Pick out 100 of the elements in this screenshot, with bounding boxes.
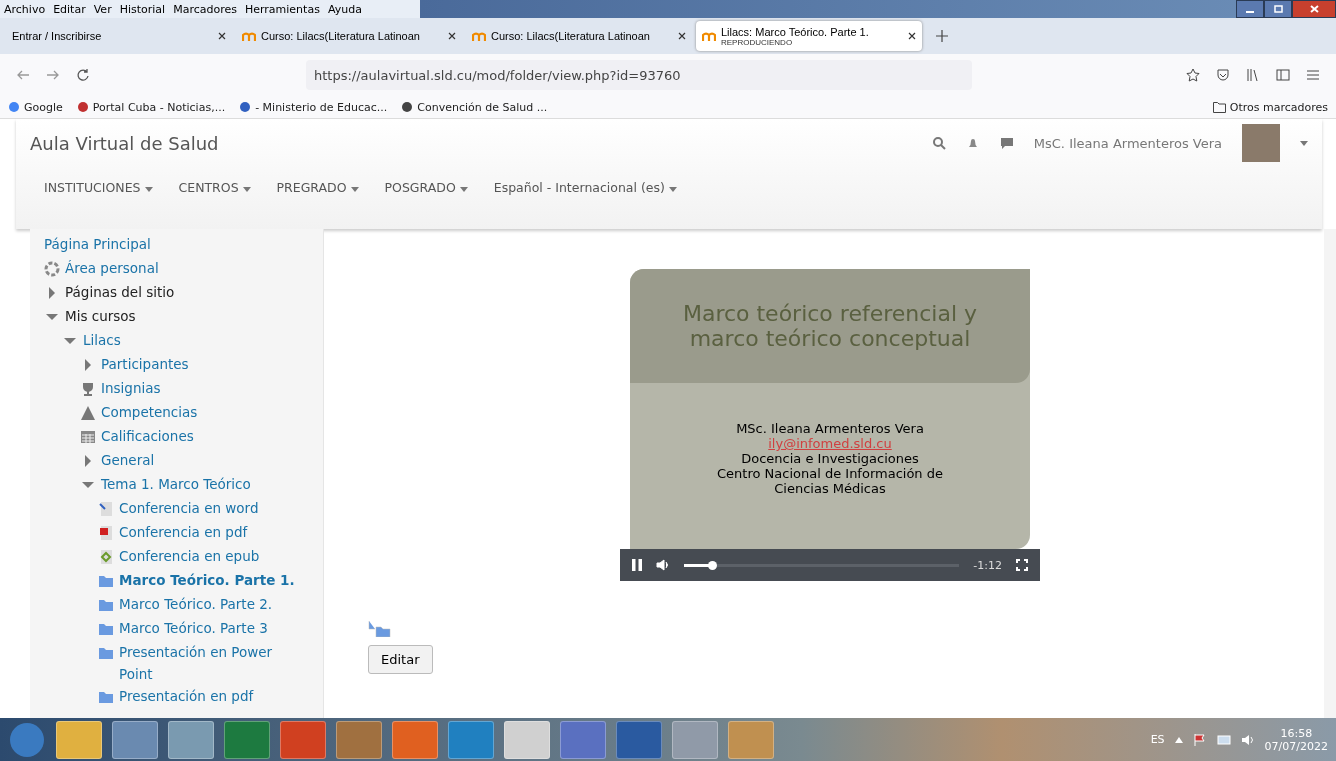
folder-icon — [98, 621, 114, 637]
maximize-button[interactable] — [1264, 0, 1292, 18]
nav-menu[interactable]: POSGRADO — [384, 179, 468, 195]
slide-text: Centro Nacional de Información de Ciencias Médicas — [716, 466, 944, 496]
maximize-icon — [1273, 5, 1283, 13]
menu-item[interactable]: Archivo — [0, 2, 50, 16]
chat-icon[interactable] — [999, 136, 1014, 150]
volume-icon[interactable] — [656, 558, 670, 572]
close-icon[interactable] — [908, 32, 916, 40]
search-icon[interactable] — [931, 136, 946, 150]
sidebar-item[interactable]: Conferencia en epub — [119, 545, 260, 567]
tray-expand-icon[interactable] — [1174, 736, 1183, 743]
sidebar-item[interactable]: General — [101, 449, 155, 471]
bookmark[interactable]: - Ministerio de Educac... — [239, 100, 388, 114]
taskbar-app-icon[interactable] — [112, 720, 158, 759]
folder-icon — [98, 689, 114, 705]
sidebar-item[interactable]: Presentación en Power Point — [119, 641, 295, 685]
address-bar[interactable]: https://aulavirtual.sld.cu/mod/folder/view.php?id=93760 — [306, 60, 972, 90]
moodle-logo-icon — [242, 30, 256, 42]
forward-icon[interactable] — [46, 68, 60, 82]
sidebar-item[interactable]: Marco Teórico. Parte 2. — [119, 593, 273, 615]
time-remaining: -1:12 — [973, 558, 1002, 572]
speaker-icon[interactable] — [1240, 732, 1255, 747]
close-icon[interactable] — [218, 32, 226, 40]
sidebar-item[interactable]: Marco Teórico. Parte 1. — [119, 569, 295, 591]
pdf-document-icon — [98, 525, 114, 541]
library-icon[interactable] — [1246, 68, 1260, 82]
nav-menu[interactable]: Español - Internacional (es) — [493, 179, 677, 195]
close-icon[interactable] — [678, 32, 686, 40]
sidebar-item[interactable]: Presentación en pdf — [119, 685, 254, 707]
menu-item[interactable]: Editar — [49, 2, 90, 16]
user-name[interactable]: MsC. Ileana Armenteros Vera — [1033, 135, 1222, 151]
sidebar-icon[interactable] — [1276, 68, 1290, 82]
caret-icon — [668, 186, 677, 192]
sidebar-item[interactable]: Mis cursos — [65, 305, 136, 327]
taskbar-app-icon[interactable] — [56, 720, 102, 759]
menu-item[interactable]: Ayuda — [323, 2, 366, 16]
sidebar-item[interactable]: Lilacs — [83, 329, 121, 351]
dashboard-icon — [44, 261, 60, 277]
slide-title: Marco teórico referencial y marco teórico conceptual — [681, 301, 979, 351]
slide-text: Docencia e Investigaciones — [740, 451, 920, 466]
close-icon — [1309, 5, 1319, 13]
folder-icon — [368, 621, 392, 637]
sidebar-item[interactable]: Insignias — [101, 377, 161, 399]
folder-icon — [98, 573, 114, 589]
flag-icon[interactable] — [1192, 732, 1207, 747]
start-button[interactable] — [8, 720, 46, 759]
pause-icon[interactable] — [632, 559, 642, 571]
nav-menu[interactable]: PREGRADO — [276, 179, 359, 195]
browser-tab[interactable]: Curso: Lilacs(Literatura Latinoan — [236, 21, 462, 51]
taskbar-app-icon[interactable] — [280, 720, 326, 759]
menu-item[interactable]: Marcadores — [169, 2, 241, 16]
sidebar-item[interactable]: Conferencia en pdf — [119, 521, 248, 543]
sidebar-item[interactable]: Páginas del sitio — [65, 281, 175, 303]
progress-thumb[interactable] — [707, 560, 717, 570]
slide-text: MSc. Ileana Armenteros Vera — [735, 421, 925, 436]
network-icon[interactable] — [1216, 732, 1231, 747]
sidebar-item[interactable]: Competencias — [101, 401, 198, 423]
close-icon[interactable] — [448, 32, 456, 40]
star-icon[interactable] — [1186, 68, 1200, 82]
browser-tab[interactable]: Lilacs: Marco Teórico. Parte 1. REPRODUCIENDO — [696, 21, 922, 51]
back-icon[interactable] — [16, 68, 30, 82]
menu-icon[interactable] — [1306, 68, 1320, 82]
bookmark[interactable]: Convención de Salud ... — [401, 100, 548, 114]
sidebar-item[interactable]: Página Principal — [44, 233, 151, 255]
taskbar-app-icon[interactable] — [224, 720, 270, 759]
menu-item[interactable]: Herramientas — [240, 2, 324, 16]
reload-icon[interactable] — [76, 68, 90, 82]
edit-button[interactable]: Editar — [368, 645, 433, 674]
sidebar-item[interactable]: Participantes — [101, 353, 189, 375]
taskbar-app-icon[interactable] — [392, 720, 438, 759]
bookmark[interactable]: Google — [8, 100, 63, 114]
folder-icon — [98, 645, 114, 661]
nav-menu[interactable]: CENTROS — [178, 179, 251, 195]
sidebar-item[interactable]: Calificaciones — [101, 425, 194, 447]
sidebar-item[interactable]: Conferencia en word — [119, 497, 259, 519]
sidebar-item[interactable]: Marco Teórico. Parte 3 — [119, 617, 268, 639]
caret-icon — [144, 186, 153, 192]
menu-item[interactable]: Ver — [89, 2, 116, 16]
menu-item[interactable]: Historial — [115, 2, 170, 16]
caret-icon — [350, 186, 359, 192]
fullscreen-icon[interactable] — [1016, 559, 1028, 571]
close-button[interactable] — [1292, 0, 1336, 18]
site-title[interactable]: Aula Virtual de Salud — [30, 132, 219, 154]
bookmark-folder[interactable]: Otros marcadores — [1229, 100, 1328, 114]
sidebar-item[interactable]: Tema 1. Marco Teórico — [101, 473, 251, 495]
new-tab-icon[interactable] — [936, 30, 948, 42]
nav-menu[interactable]: INSTITUCIONES — [44, 179, 153, 195]
taskbar-app-icon[interactable] — [336, 720, 382, 759]
browser-tab[interactable]: Curso: Lilacs(Literatura Latinoan — [466, 21, 692, 51]
minimize-button[interactable] — [1236, 0, 1264, 18]
bookmark[interactable]: Portal Cuba - Noticias,... — [76, 100, 226, 114]
taskbar-app-icon[interactable] — [504, 720, 550, 759]
pyramid-icon — [80, 405, 96, 421]
browser-tab[interactable]: Entrar / Inscribirse — [6, 21, 232, 51]
pocket-icon[interactable] — [1216, 68, 1230, 82]
scrollbar[interactable] — [1324, 229, 1336, 718]
sidebar-item[interactable]: Área personal — [65, 257, 159, 279]
taskbar-app-icon[interactable] — [168, 720, 214, 759]
caret-icon — [242, 186, 251, 192]
